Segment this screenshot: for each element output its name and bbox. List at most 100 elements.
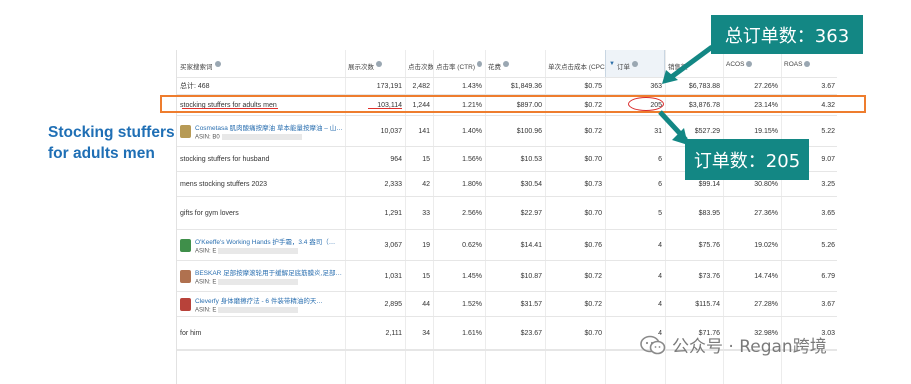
header-roas[interactable]: ROAS	[781, 50, 837, 77]
cell-ctr: 1.61%	[433, 317, 485, 349]
cell-value: 4	[658, 272, 662, 280]
asin-label: ASIN: E	[195, 279, 217, 286]
cell-roas: 5.26	[781, 230, 837, 260]
product-thumbnail[interactable]	[180, 297, 191, 311]
cell-acos: 27.28%	[723, 292, 781, 316]
cell-value: $83.95	[698, 209, 720, 217]
cell-value: $0.73	[584, 180, 602, 188]
header-cpc[interactable]: 单次点击成本 (CPC)	[545, 50, 605, 77]
cell-cpc: $0.72	[545, 261, 605, 291]
cell-term: BESKAR 足部按摩滚轮用于缓解足底筋膜炎,足部… ASIN: E	[177, 261, 345, 291]
cell-value: $0.75	[584, 82, 602, 90]
cell-value: 27.26%	[754, 82, 778, 90]
header-label: 销售额	[668, 64, 688, 71]
header-sales[interactable]: 销售额	[665, 50, 723, 77]
info-icon[interactable]	[631, 61, 638, 67]
cell-value: $75.76	[698, 241, 720, 249]
cell-value: 3.25	[821, 180, 835, 188]
cell-value: 19	[422, 241, 430, 249]
table-row: gifts for gym lovers 1,291 33 2.56% $22.97 $0…	[177, 197, 837, 230]
cell-value: 363	[650, 82, 662, 90]
cell-impressions: 3,067	[345, 230, 405, 260]
orders-circle	[628, 97, 664, 111]
product-thumbnail[interactable]	[180, 124, 191, 138]
product-title-link[interactable]: Cleverfy 身体磨擦疗法 - 6 件装带精油的天…	[195, 295, 323, 305]
cell-value: gifts for gym lovers	[180, 209, 239, 217]
cell-value: $6,783.88	[688, 82, 720, 90]
cell-value: 1.40%	[462, 127, 482, 135]
asin-redacted	[218, 247, 299, 254]
cell-value: 2.56%	[462, 209, 482, 217]
cell-orders: 6	[605, 172, 665, 196]
cell-value: 42	[422, 180, 430, 188]
cell-spend: $10.53	[485, 147, 545, 171]
cell-orders: 4	[605, 261, 665, 291]
cell-clicks: 44	[405, 292, 433, 316]
cell-value: $73.76	[698, 272, 720, 280]
cell-cpc: $0.76	[545, 230, 605, 260]
info-icon[interactable]	[804, 61, 811, 67]
header-impressions[interactable]: 展示次数	[345, 50, 405, 77]
info-icon[interactable]	[477, 61, 482, 67]
product-thumbnail[interactable]	[180, 238, 191, 252]
cell-value: 30.80%	[754, 180, 778, 188]
info-icon[interactable]	[503, 61, 509, 67]
cell-term: stocking stuffers for husband	[177, 147, 345, 171]
product-title-link[interactable]: BESKAR 足部按摩滚轮用于缓解足底筋膜炎,足部…	[195, 267, 342, 277]
asin-label: ASIN: B0	[195, 134, 220, 141]
cell-orders: 363	[605, 78, 665, 94]
cell-value: 27.28%	[754, 300, 778, 308]
product-info: Cosmetasa 肌肉酸痛按摩油 草本能量按摩油 – 山… ASIN: B0	[195, 122, 343, 141]
header-clicks[interactable]: 点击次数	[405, 50, 433, 77]
cell-value: 44	[422, 300, 430, 308]
header-label: ACOS	[726, 61, 745, 68]
term-underline	[182, 108, 278, 109]
sort-desc-icon[interactable]: ▼	[609, 61, 615, 67]
header-label: 展示次数	[348, 64, 374, 71]
cell-value: 1.56%	[462, 155, 482, 163]
cell-value: $115.74	[695, 300, 720, 308]
header-orders[interactable]: ▼ 订单	[605, 50, 665, 77]
product-info: O'Keeffe's Working Hands 护手霜，3.4 盎司（… ASI…	[195, 236, 335, 255]
info-icon[interactable]	[214, 61, 221, 67]
info-icon[interactable]	[376, 61, 382, 67]
header-acos[interactable]: ACOS	[723, 50, 781, 77]
cell-value: $30.54	[520, 180, 542, 188]
header-spend[interactable]: 花费	[485, 50, 545, 77]
wechat-icon	[640, 335, 666, 354]
cell-value: 34	[422, 329, 430, 337]
cell-sales: $75.76	[665, 230, 723, 260]
asin-label: ASIN: E	[195, 248, 217, 255]
info-icon[interactable]	[746, 61, 753, 67]
cell-value: 5.26	[821, 241, 835, 249]
table-header: 买家搜索词 展示次数 点击次数 点击率 (CTR) 花费 单次点击成本 (CPC) ▼ 订单销…	[177, 50, 837, 78]
cell-value: $0.70	[584, 155, 602, 163]
cell-orders: 4	[605, 230, 665, 260]
cell-impressions: 1,291	[345, 197, 405, 229]
cell-orders: 31	[605, 116, 665, 146]
product-asin: ASIN: E	[195, 306, 323, 313]
cell-impressions: 2,111	[345, 317, 405, 349]
product-title-link[interactable]: Cosmetasa 肌肉酸痛按摩油 草本能量按摩油 – 山…	[195, 122, 343, 132]
cell-ctr: 1.80%	[433, 172, 485, 196]
header-term[interactable]: 买家搜索词	[177, 50, 345, 77]
product-title-link[interactable]: O'Keeffe's Working Hands 护手霜，3.4 盎司（…	[195, 236, 335, 246]
cell-value: 10,037	[380, 127, 402, 135]
cell-value: 总计: 468	[180, 83, 210, 90]
cell-sales: $115.74	[665, 292, 723, 316]
cell-impressions: 964	[345, 147, 405, 171]
cell-ctr: 1.40%	[433, 116, 485, 146]
cell-value: $14.41	[520, 241, 542, 249]
cell-clicks: 2,482	[405, 78, 433, 94]
cell-value: 1,031	[384, 272, 402, 280]
header-ctr[interactable]: 点击率 (CTR)	[433, 50, 485, 77]
product-asin: ASIN: B0	[195, 133, 343, 141]
cell-value: 964	[390, 155, 402, 163]
cell-spend: $10.87	[485, 261, 545, 291]
product-thumbnail[interactable]	[180, 269, 191, 283]
cell-value: 0.62%	[462, 241, 482, 249]
watermark: 公众号 · Regan跨境	[640, 332, 827, 357]
cell-acos: 27.26%	[723, 78, 781, 94]
cell-value: 9.07	[821, 155, 835, 163]
cell-orders: 6	[605, 147, 665, 171]
